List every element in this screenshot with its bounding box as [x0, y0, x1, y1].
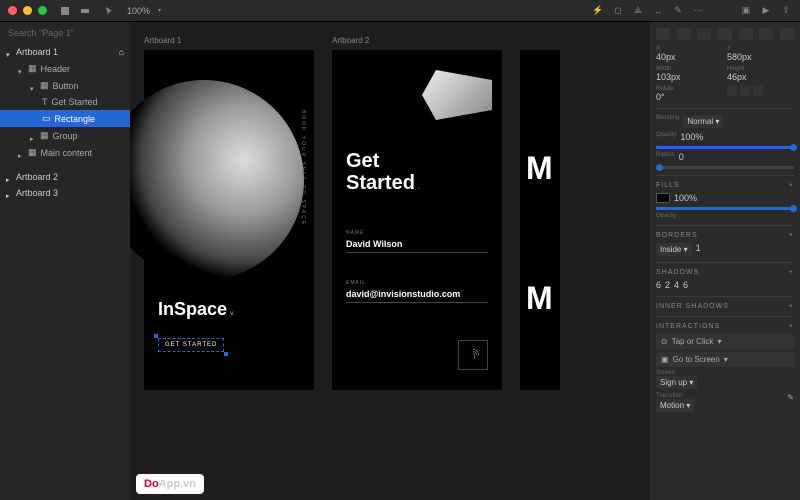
align-left[interactable] — [656, 28, 670, 40]
tree-artboard-1[interactable]: Artboard 1⌂ — [0, 44, 130, 60]
pointer-icon[interactable] — [103, 5, 115, 17]
artboard-label: Artboard 2 — [332, 36, 369, 45]
edit-icon[interactable]: ✎ — [787, 393, 794, 412]
minimize-window[interactable] — [23, 6, 32, 15]
more-icon[interactable]: ⋯ — [692, 5, 704, 17]
artboard-tool-icon[interactable]: ◻ — [612, 5, 624, 17]
selection-handles[interactable] — [156, 336, 226, 354]
tree-main-content[interactable]: ▦ Main content — [0, 144, 130, 161]
devices-icon[interactable]: ▣ — [740, 5, 752, 17]
align-bottom[interactable] — [759, 28, 773, 40]
artboard-label: Artboard 1 — [144, 36, 181, 45]
watermark: DoApp.vn — [136, 474, 204, 494]
flip-v-icon[interactable] — [740, 86, 750, 96]
get-started-button[interactable]: GET STARTED — [158, 338, 224, 352]
link-icon[interactable]: ↔ — [652, 5, 664, 17]
flip-h-icon[interactable] — [727, 86, 737, 96]
screen-title: GetStarted. — [346, 150, 420, 194]
library-icon[interactable] — [79, 5, 91, 17]
transition-dropdown[interactable]: Motion ▾ — [656, 399, 694, 412]
fill-swatch[interactable] — [656, 193, 670, 203]
lock-icon[interactable] — [753, 86, 763, 96]
x-input[interactable]: 40px — [656, 52, 723, 62]
fill-opacity-slider[interactable] — [656, 207, 794, 210]
interaction-trigger[interactable]: ⊙ Tap or Click ▾ — [656, 334, 794, 349]
brand-title: InSpacev. — [158, 299, 235, 320]
canvas[interactable]: Artboard 1 BOOK YOUR SELF TO SPACE InSpa… — [130, 22, 650, 500]
text-fragment: M — [526, 280, 553, 317]
pen-icon[interactable]: ✎ — [672, 5, 684, 17]
close-window[interactable] — [8, 6, 17, 15]
add-interaction[interactable]: + — [789, 323, 794, 330]
moon-image — [130, 80, 304, 280]
titlebar: 100% ▾ ⚡ ◻ ⟁ ↔ ✎ ⋯ ▣ ▶ ⇪ — [0, 0, 800, 22]
border-position[interactable]: Inside ▾ — [656, 243, 692, 256]
add-shadow[interactable]: + — [789, 269, 794, 276]
inspector-panel: X40px Y580px Width103px Height46px Rotat… — [650, 22, 800, 500]
artboard-3[interactable]: Artboard 3 M M — [520, 50, 560, 390]
crop-icon[interactable]: ⟁ — [632, 5, 644, 17]
blending-dropdown[interactable]: Normal ▾ — [683, 115, 723, 128]
radius-slider[interactable] — [656, 166, 794, 169]
tree-artboard-2[interactable]: Artboard 2 — [0, 169, 130, 185]
artboard-2[interactable]: Artboard 2 GetStarted. NAME David Wilson… — [332, 50, 502, 390]
interaction-action[interactable]: ▣ Go to Screen ▾ — [656, 352, 794, 367]
layers-panel: Search "Page 1" Artboard 1⌂ ▦ Header ▦ B… — [0, 22, 130, 500]
opacity-slider[interactable] — [656, 146, 794, 149]
tree-button[interactable]: ▦ Button — [0, 77, 130, 94]
width-input[interactable]: 103px — [656, 72, 723, 82]
tree-header[interactable]: ▦ Header — [0, 60, 130, 77]
email-field[interactable]: EMAIL david@invisionstudio.com — [346, 280, 488, 303]
opacity-input[interactable]: 100% — [680, 132, 703, 142]
align-tools — [656, 28, 794, 40]
tree-get-started[interactable]: T Get Started — [0, 94, 130, 110]
tree-rectangle[interactable]: ▭ Rectangle — [0, 110, 130, 127]
screen-dropdown[interactable]: Sign up ▾ — [656, 376, 697, 389]
vertical-text: BOOK YOUR SELF TO SPACE — [300, 110, 306, 226]
tree-artboard-3[interactable]: Artboard 3 — [0, 185, 130, 201]
search-input[interactable]: Search "Page 1" — [0, 22, 130, 44]
add-border[interactable]: + — [789, 232, 794, 239]
artboard-1[interactable]: Artboard 1 BOOK YOUR SELF TO SPACE InSpa… — [144, 50, 314, 390]
layers-icon[interactable] — [59, 5, 71, 17]
share-icon[interactable]: ⇪ — [780, 5, 792, 17]
y-input[interactable]: 580px — [727, 52, 794, 62]
add-fill[interactable]: + — [789, 182, 794, 189]
distribute-h[interactable] — [780, 28, 794, 40]
rotate-input[interactable]: 0° — [656, 92, 723, 102]
name-field[interactable]: NAME David Wilson — [346, 230, 488, 253]
text-fragment: M — [526, 150, 553, 187]
spacecraft-image — [422, 70, 492, 120]
fill-opacity[interactable]: 100% — [674, 193, 697, 203]
maximize-window[interactable] — [38, 6, 47, 15]
chevron-down-icon[interactable]: ▾ — [158, 7, 161, 14]
align-center-v[interactable] — [739, 28, 753, 40]
align-right[interactable] — [697, 28, 711, 40]
add-inner[interactable]: + — [789, 303, 794, 310]
border-size[interactable]: 1 — [696, 243, 701, 256]
align-center-h[interactable] — [677, 28, 691, 40]
fingerprint-button[interactable] — [458, 340, 488, 370]
height-input[interactable]: 46px — [727, 72, 794, 82]
zoom-level[interactable]: 100% — [127, 6, 150, 16]
align-top[interactable] — [718, 28, 732, 40]
bolt-icon[interactable]: ⚡ — [592, 5, 604, 17]
tree-group[interactable]: ▦ Group — [0, 127, 130, 144]
radius-input[interactable]: 0 — [679, 152, 684, 162]
play-icon[interactable]: ▶ — [760, 5, 772, 17]
